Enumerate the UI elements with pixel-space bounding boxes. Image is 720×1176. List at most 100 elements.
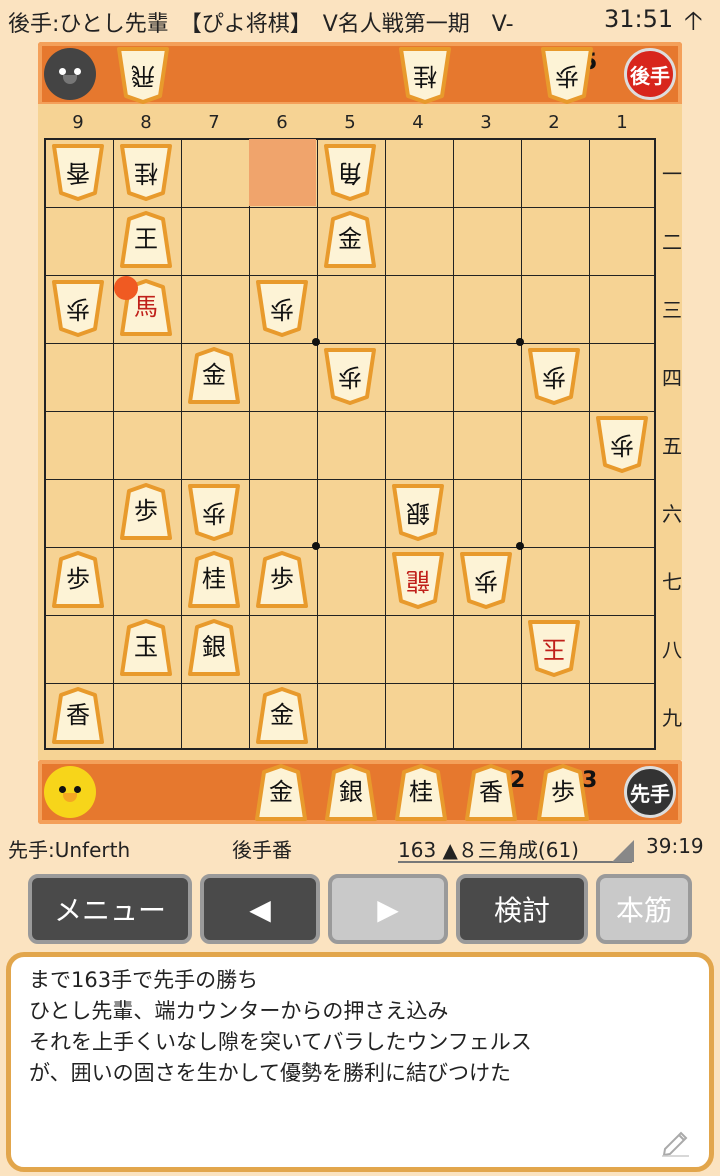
file-label: 6	[276, 112, 288, 133]
piece-label: 銀	[339, 778, 363, 806]
piece-gote[interactable]: 王	[119, 211, 173, 269]
piece-sente[interactable]: 歩	[255, 551, 309, 609]
prev-move-button[interactable]: ◀	[200, 874, 320, 944]
piece-label: 歩	[270, 295, 294, 323]
arrow-up-icon[interactable]: 🡡	[684, 2, 703, 46]
turn-label: 後手番	[232, 838, 292, 862]
piece-sente[interactable]: 歩	[51, 551, 105, 609]
comment-line: が、囲いの固さを生かして優勢を勝利に結びつけた	[29, 1061, 511, 1085]
last-move-from-square	[249, 139, 316, 206]
piece-gote[interactable]: 銀	[391, 483, 445, 541]
gote-hand-piece[interactable]: 桂	[398, 46, 452, 104]
file-labels: 9 8 7 6 5 4 3 2 1	[38, 112, 682, 138]
piece-label: 歩	[202, 499, 226, 527]
rank-label: 八	[662, 638, 682, 662]
piece-gote[interactable]: 歩	[595, 415, 649, 473]
piece-label: 桂	[134, 159, 158, 187]
move-selector[interactable]	[398, 831, 632, 863]
rank-label: 一	[662, 162, 682, 186]
next-move-button[interactable]: ▶	[328, 874, 448, 944]
piece-label: 桂	[202, 565, 226, 593]
piece-gote[interactable]: 玉	[527, 619, 581, 677]
piece-gote[interactable]: 歩	[51, 279, 105, 337]
piece-label: 歩	[542, 363, 566, 391]
file-label: 4	[412, 112, 424, 133]
piece-sente[interactable]: 香	[51, 687, 105, 745]
rank-label: 四	[662, 366, 682, 390]
mainline-button[interactable]: 本筋	[596, 874, 692, 944]
piece-label: 歩	[474, 567, 498, 595]
rank-label: 九	[662, 706, 682, 730]
star-point	[312, 338, 320, 346]
piece-sente[interactable]: 玉	[119, 619, 173, 677]
piece-label: 角	[338, 159, 362, 187]
title-bar: 後手:ひとし先輩 【ぴよ将棋】 V名人戦第一期 V- 31:51 🡡	[0, 0, 720, 40]
comment-line: まで163手で先手の勝ち	[29, 968, 259, 992]
piece-sente[interactable]: 歩	[119, 483, 173, 541]
piece-gote[interactable]: 角	[323, 143, 377, 201]
piece-gote[interactable]: 歩	[527, 347, 581, 405]
sente-hand-piece[interactable]: 香	[464, 764, 518, 822]
piece-label: 歩	[610, 431, 634, 459]
piece-label: 歩	[66, 565, 90, 593]
sente-hand-piece[interactable]: 金	[254, 764, 308, 822]
piece-label: 金	[202, 361, 226, 389]
piece-label: 金	[338, 225, 362, 253]
sente-hand-piece[interactable]: 歩	[536, 764, 590, 822]
piece-gote[interactable]: 桂	[119, 143, 173, 201]
piece-sente[interactable]: 金	[255, 687, 309, 745]
piece-gote[interactable]: 歩	[323, 347, 377, 405]
sente-hand-piece[interactable]: 桂	[394, 764, 448, 822]
comment-box[interactable]: まで163手で先手の勝ち ひとし先輩、端カウンターからの押さえ込み それを上手く…	[6, 952, 714, 1172]
game-title: 後手:ひとし先輩 【ぴよ将棋】 V名人戦第一期 V-	[8, 12, 514, 37]
pencil-icon[interactable]	[659, 1123, 693, 1157]
sente-badge: 先手	[624, 766, 676, 818]
gote-badge: 後手	[624, 48, 676, 100]
sente-avatar	[44, 766, 96, 818]
file-label: 1	[616, 112, 628, 133]
piece-label: 銀	[202, 633, 226, 661]
rank-label: 五	[662, 434, 682, 458]
piece-gote[interactable]: 歩	[255, 279, 309, 337]
piece-gote[interactable]: 香	[51, 143, 105, 201]
star-point	[516, 338, 524, 346]
piece-gote[interactable]: 龍	[391, 551, 445, 609]
piece-label: 金	[270, 701, 294, 729]
file-label: 9	[72, 112, 84, 133]
rank-label: 三	[662, 298, 682, 322]
gote-hand-piece[interactable]: 歩	[540, 46, 594, 104]
star-point	[312, 542, 320, 550]
piece-label: 歩	[555, 62, 579, 90]
piece-label: 香	[479, 778, 503, 806]
piece-label: 歩	[270, 565, 294, 593]
piece-label: 龍	[406, 567, 430, 595]
file-label: 2	[548, 112, 560, 133]
piece-label: 王	[134, 225, 158, 253]
piece-label: 香	[66, 701, 90, 729]
piece-label: 歩	[551, 778, 575, 806]
piece-sente[interactable]: 桂	[187, 551, 241, 609]
gote-hand-piece[interactable]: 飛	[116, 46, 170, 104]
last-move-marker	[114, 276, 138, 300]
file-label: 7	[208, 112, 220, 133]
piece-gote[interactable]: 金	[323, 211, 377, 269]
menu-button[interactable]: メニュー	[28, 874, 192, 944]
dropdown-corner-icon	[612, 840, 634, 862]
sente-hand-piece[interactable]: 銀	[324, 764, 378, 822]
piece-sente[interactable]: 金	[187, 347, 241, 405]
piece-sente[interactable]: 銀	[187, 619, 241, 677]
piece-label: 飛	[131, 62, 155, 90]
piece-label: 歩	[66, 295, 90, 323]
file-label: 5	[344, 112, 356, 133]
sente-player-label: 先手:Unferth	[8, 838, 131, 862]
comment-line: それを上手くいなし隙を突いてバラしたウンフェルス	[29, 1030, 532, 1054]
comment-line: ひとし先輩、端カウンターからの押さえ込み	[29, 999, 449, 1023]
rank-label: 六	[662, 502, 682, 526]
piece-label: 桂	[409, 778, 433, 806]
piece-label: 歩	[338, 363, 362, 391]
piece-gote[interactable]: 歩	[187, 483, 241, 541]
piece-label: 香	[66, 159, 90, 187]
analyze-button[interactable]: 検討	[456, 874, 588, 944]
elapsed-time: 39:19	[646, 834, 704, 858]
piece-gote[interactable]: 歩	[459, 551, 513, 609]
